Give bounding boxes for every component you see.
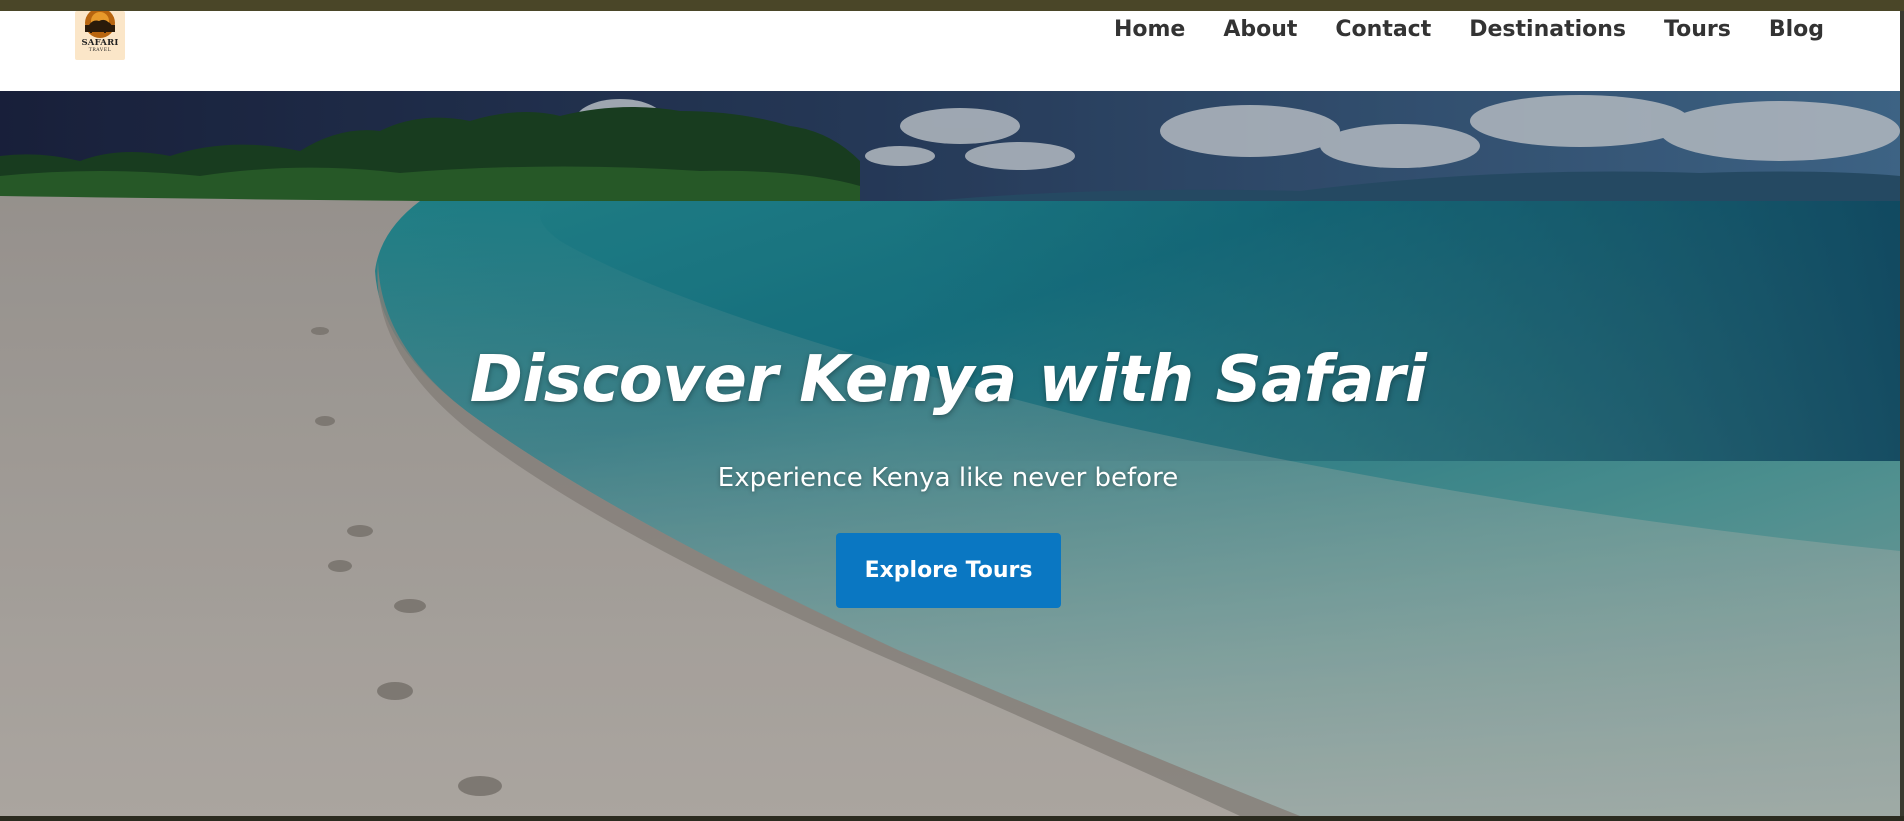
main-nav: Home About Contact Destinations Tours Bl… [1114, 15, 1824, 45]
hero-section: Discover Kenya with Safari Experience Ke… [0, 91, 1900, 816]
nav-item-blog[interactable]: Blog [1769, 15, 1824, 45]
hero-subtitle: Experience Kenya like never before [717, 463, 1179, 493]
nav-item-about[interactable]: About [1223, 15, 1297, 45]
nav-item-destinations[interactable]: Destinations [1469, 15, 1626, 45]
browser-top-strip [0, 0, 1904, 11]
nav-item-contact[interactable]: Contact [1335, 15, 1431, 45]
site-logo[interactable]: SAFARI TRAVEL [75, 11, 125, 60]
hero-title: Discover Kenya with Safari [469, 343, 1427, 417]
logo-tagline: TRAVEL [88, 48, 112, 53]
hero-dim-overlay [0, 91, 1900, 816]
window-edge [1900, 11, 1904, 821]
nav-item-home[interactable]: Home [1114, 15, 1185, 45]
nav-item-tours[interactable]: Tours [1664, 15, 1731, 45]
window-bottom-edge [0, 816, 1904, 821]
logo-name: SAFARI [81, 38, 119, 48]
site-header: SAFARI TRAVEL Home About Contact Destina… [0, 11, 1904, 91]
explore-tours-button[interactable]: Explore Tours [836, 533, 1061, 608]
